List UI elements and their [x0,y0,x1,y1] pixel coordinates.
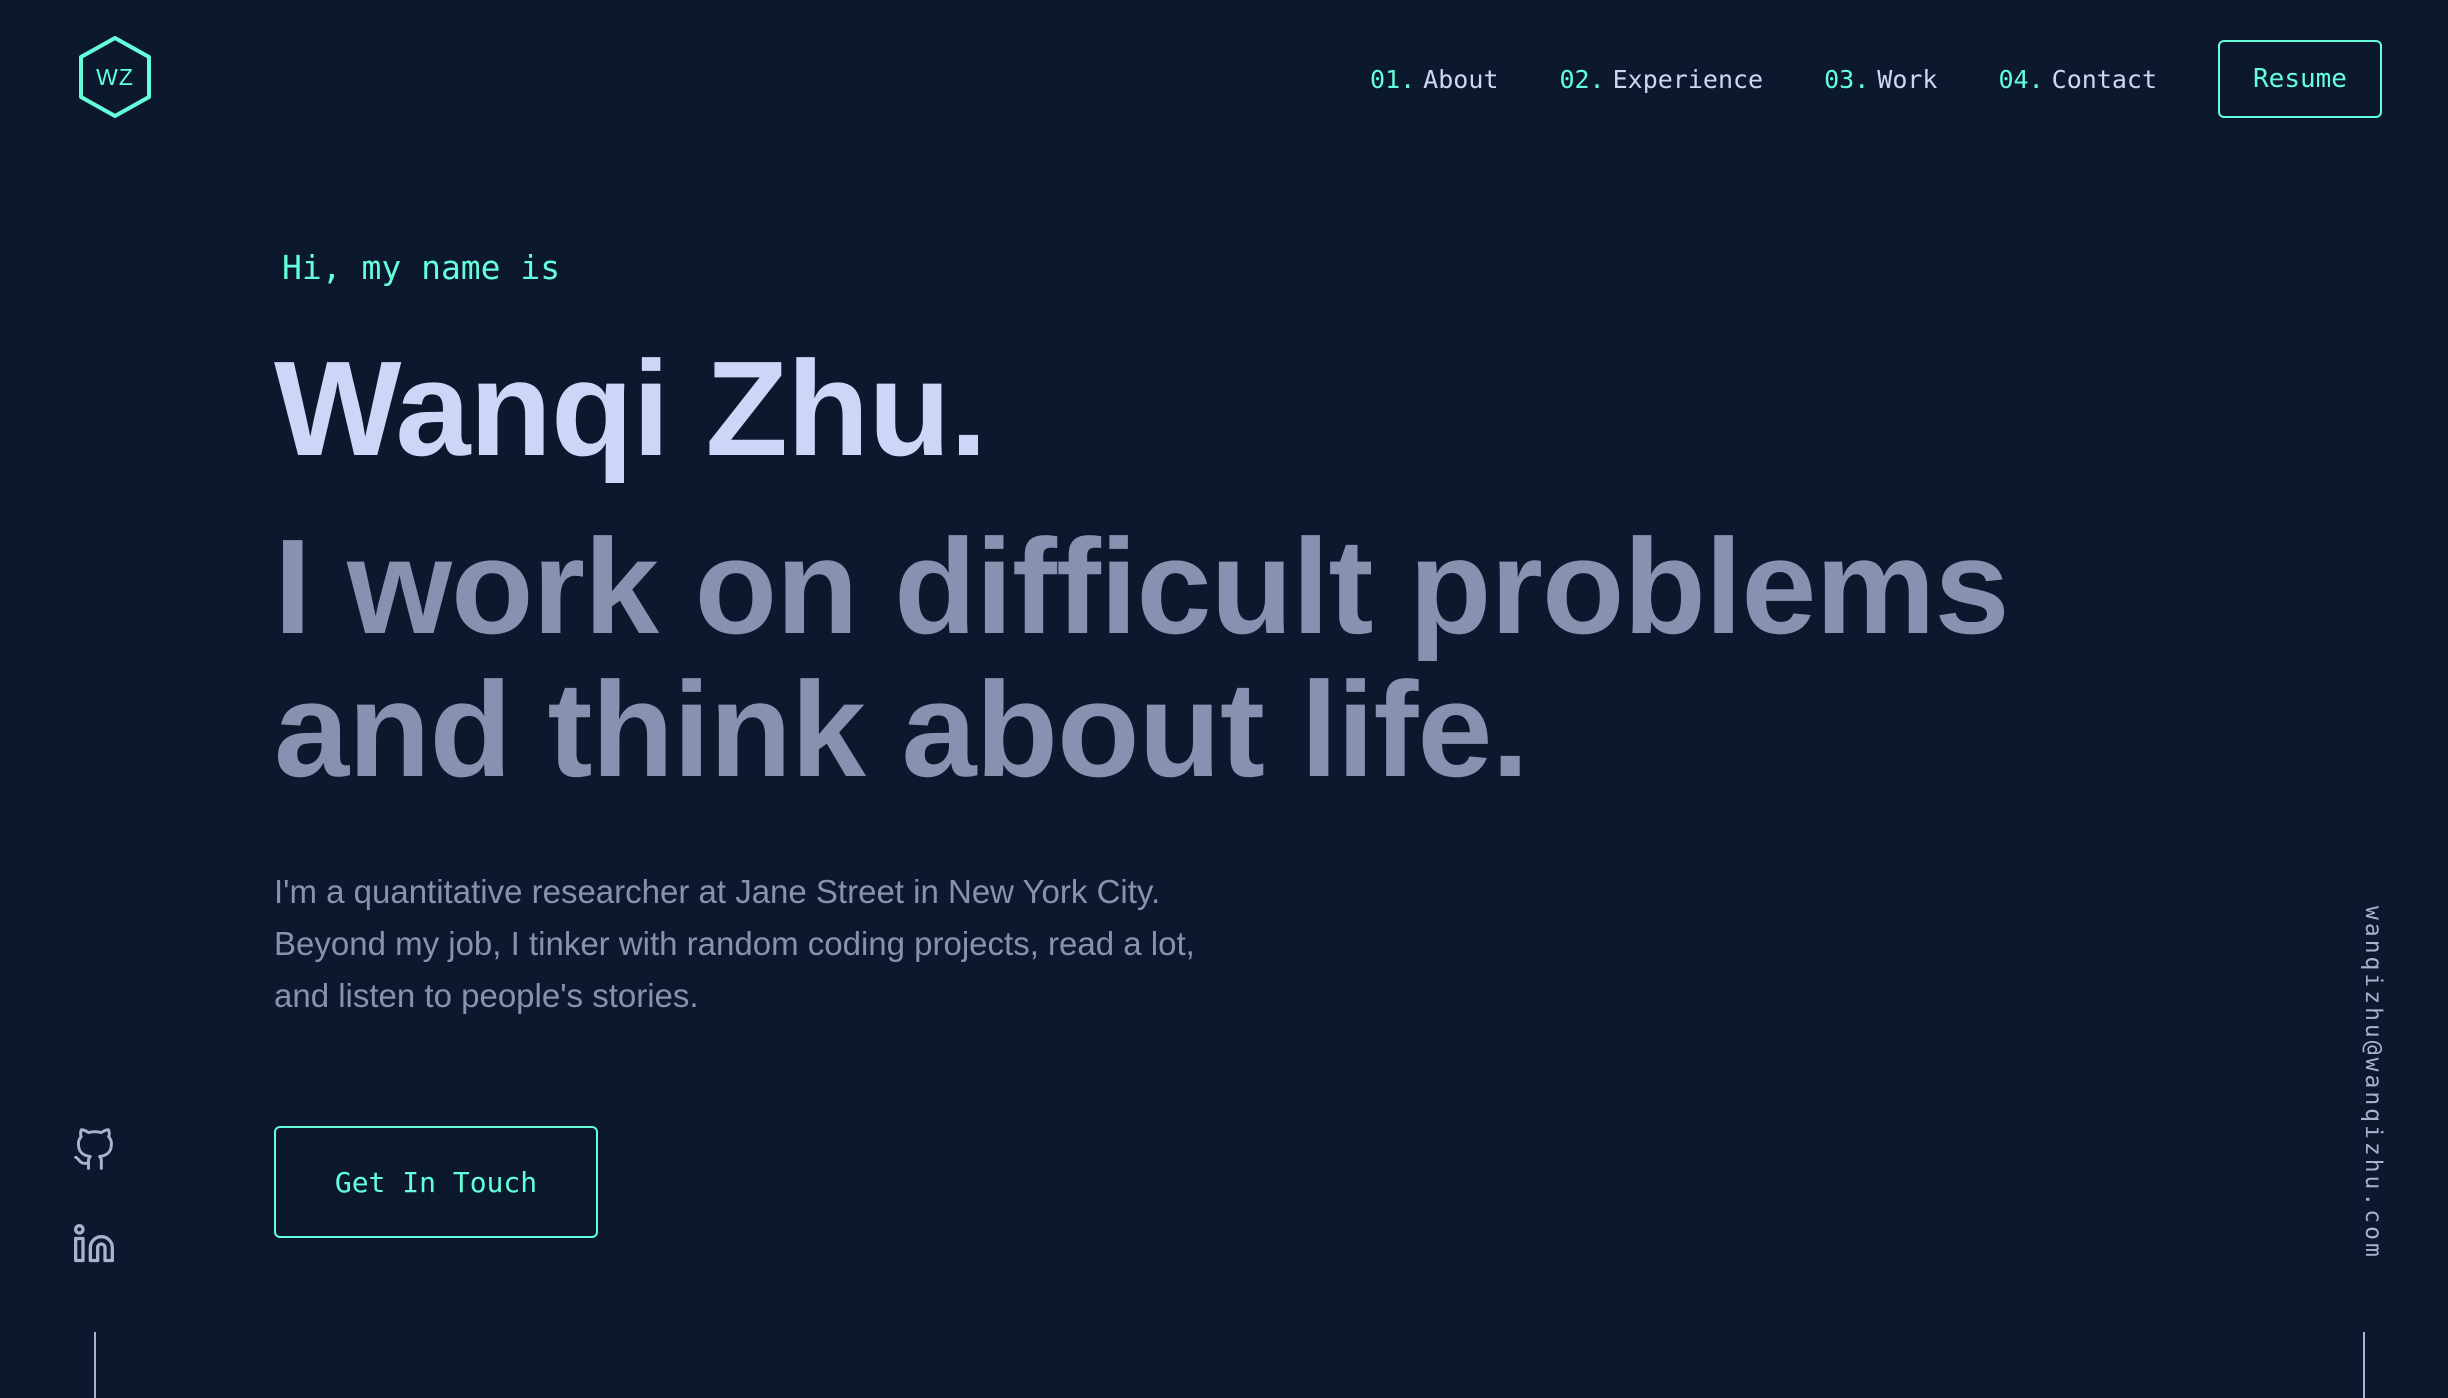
nav-number: 01. [1370,64,1416,94]
nav-item-experience[interactable]: 02. Experience [1559,65,1763,94]
bio-line: I'm a quantitative researcher at Jane St… [274,873,1161,910]
linkedin-icon [74,1224,114,1263]
bio-line: Beyond my job, I tinker with random codi… [274,925,1195,962]
tagline-line: and think about life. [274,654,1529,805]
resume-button[interactable]: Resume [2218,40,2382,118]
nav-number: 03. [1824,64,1870,94]
greeting-text: Hi, my name is [282,248,561,287]
nav-item-about[interactable]: 01. About [1370,65,1498,94]
get-in-touch-button[interactable]: Get In Touch [274,1126,598,1238]
nav-number: 02. [1559,64,1605,94]
nav-label: Work [1877,64,1938,94]
nav-item-work[interactable]: 03. Work [1824,65,1937,94]
nav-label: Contact [2051,64,2157,94]
right-divider-line [2363,1332,2365,1398]
logo-initials: WZ [96,63,134,90]
nav-item-contact[interactable]: 04. Contact [1998,65,2157,94]
left-divider-line [94,1332,96,1398]
github-link[interactable] [72,1128,116,1172]
hero-name: Wanqi Zhu. [274,333,987,484]
hero-tagline: I work on difficult problems and think a… [274,515,2174,801]
nav-label: About [1423,64,1499,94]
logo[interactable]: WZ [78,36,152,118]
bio-line: and listen to people's stories. [274,977,699,1014]
tagline-line: I work on difficult problems [274,511,2010,662]
top-nav: 01. About 02. Experience 03. Work 04. Contac… [1370,40,2382,118]
email-link[interactable]: wanqizhu@wanqizhu.com [2342,906,2386,1276]
linkedin-link[interactable] [72,1222,116,1266]
nav-number: 04. [1998,64,2044,94]
hero-bio: I'm a quantitative researcher at Jane St… [274,866,1274,1022]
github-icon [74,1128,113,1170]
nav-label: Experience [1612,64,1764,94]
